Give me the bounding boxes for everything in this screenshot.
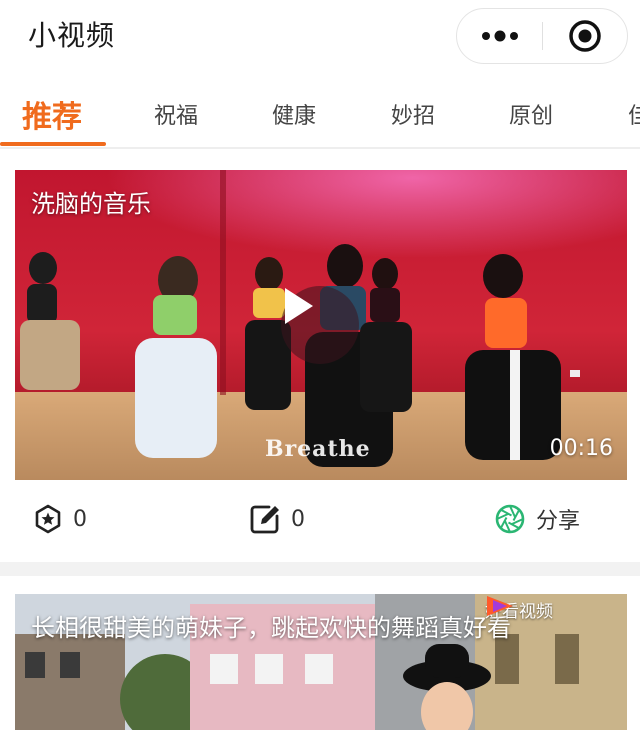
comment-count: 0 (291, 506, 305, 532)
tab-original[interactable]: 原创 (509, 98, 553, 130)
card-separator (0, 562, 640, 576)
video-title: 长相很甜美的萌妹子，跳起欢快的舞蹈真好看 (31, 614, 511, 642)
video-title: 洗脑的音乐 (31, 190, 151, 218)
brand-logo: 好看视频 (485, 594, 553, 624)
top-bar: 小视频 (0, 0, 640, 72)
tab-recommend[interactable]: 推荐 (22, 92, 82, 136)
target-icon (569, 19, 601, 52)
tab-health[interactable]: 健康 (272, 98, 316, 130)
video-card[interactable]: 洗脑的音乐 Breathe 00:16 (15, 170, 627, 480)
star-badge-icon (35, 504, 61, 534)
favorite-button[interactable]: 0 (33, 500, 87, 538)
video-card[interactable]: 长相很甜美的萌妹子，跳起欢快的舞蹈真好看 好看视频 (15, 594, 627, 730)
page-title: 小视频 (28, 19, 116, 52)
tab-blessing[interactable]: 祝福 (154, 98, 198, 130)
more-dots-icon (481, 30, 518, 41)
comment-button[interactable]: 0 (249, 500, 305, 538)
share-button[interactable]: 分享 (494, 500, 580, 538)
tab-more[interactable]: 佳 (628, 98, 640, 130)
close-button[interactable] (543, 9, 627, 62)
aperture-share-icon (495, 504, 525, 534)
video-duration: 00:16 (549, 436, 613, 461)
play-icon (285, 288, 313, 324)
mini-program-capsule (456, 8, 628, 64)
video-overlay-text: Breathe (265, 436, 371, 462)
video-actions: 0 0 分享 (0, 488, 640, 550)
active-tab-indicator (0, 142, 106, 146)
more-button[interactable] (457, 9, 542, 62)
tab-tips[interactable]: 妙招 (391, 98, 435, 130)
category-tabs: 推荐 祝福 健康 妙招 原创 佳 (0, 84, 640, 148)
edit-icon (250, 505, 279, 534)
play-button[interactable] (281, 286, 359, 364)
tabs-divider (0, 147, 640, 149)
favorite-count: 0 (73, 506, 87, 532)
share-label: 分享 (536, 509, 581, 534)
haokan-logo-icon (487, 596, 513, 616)
